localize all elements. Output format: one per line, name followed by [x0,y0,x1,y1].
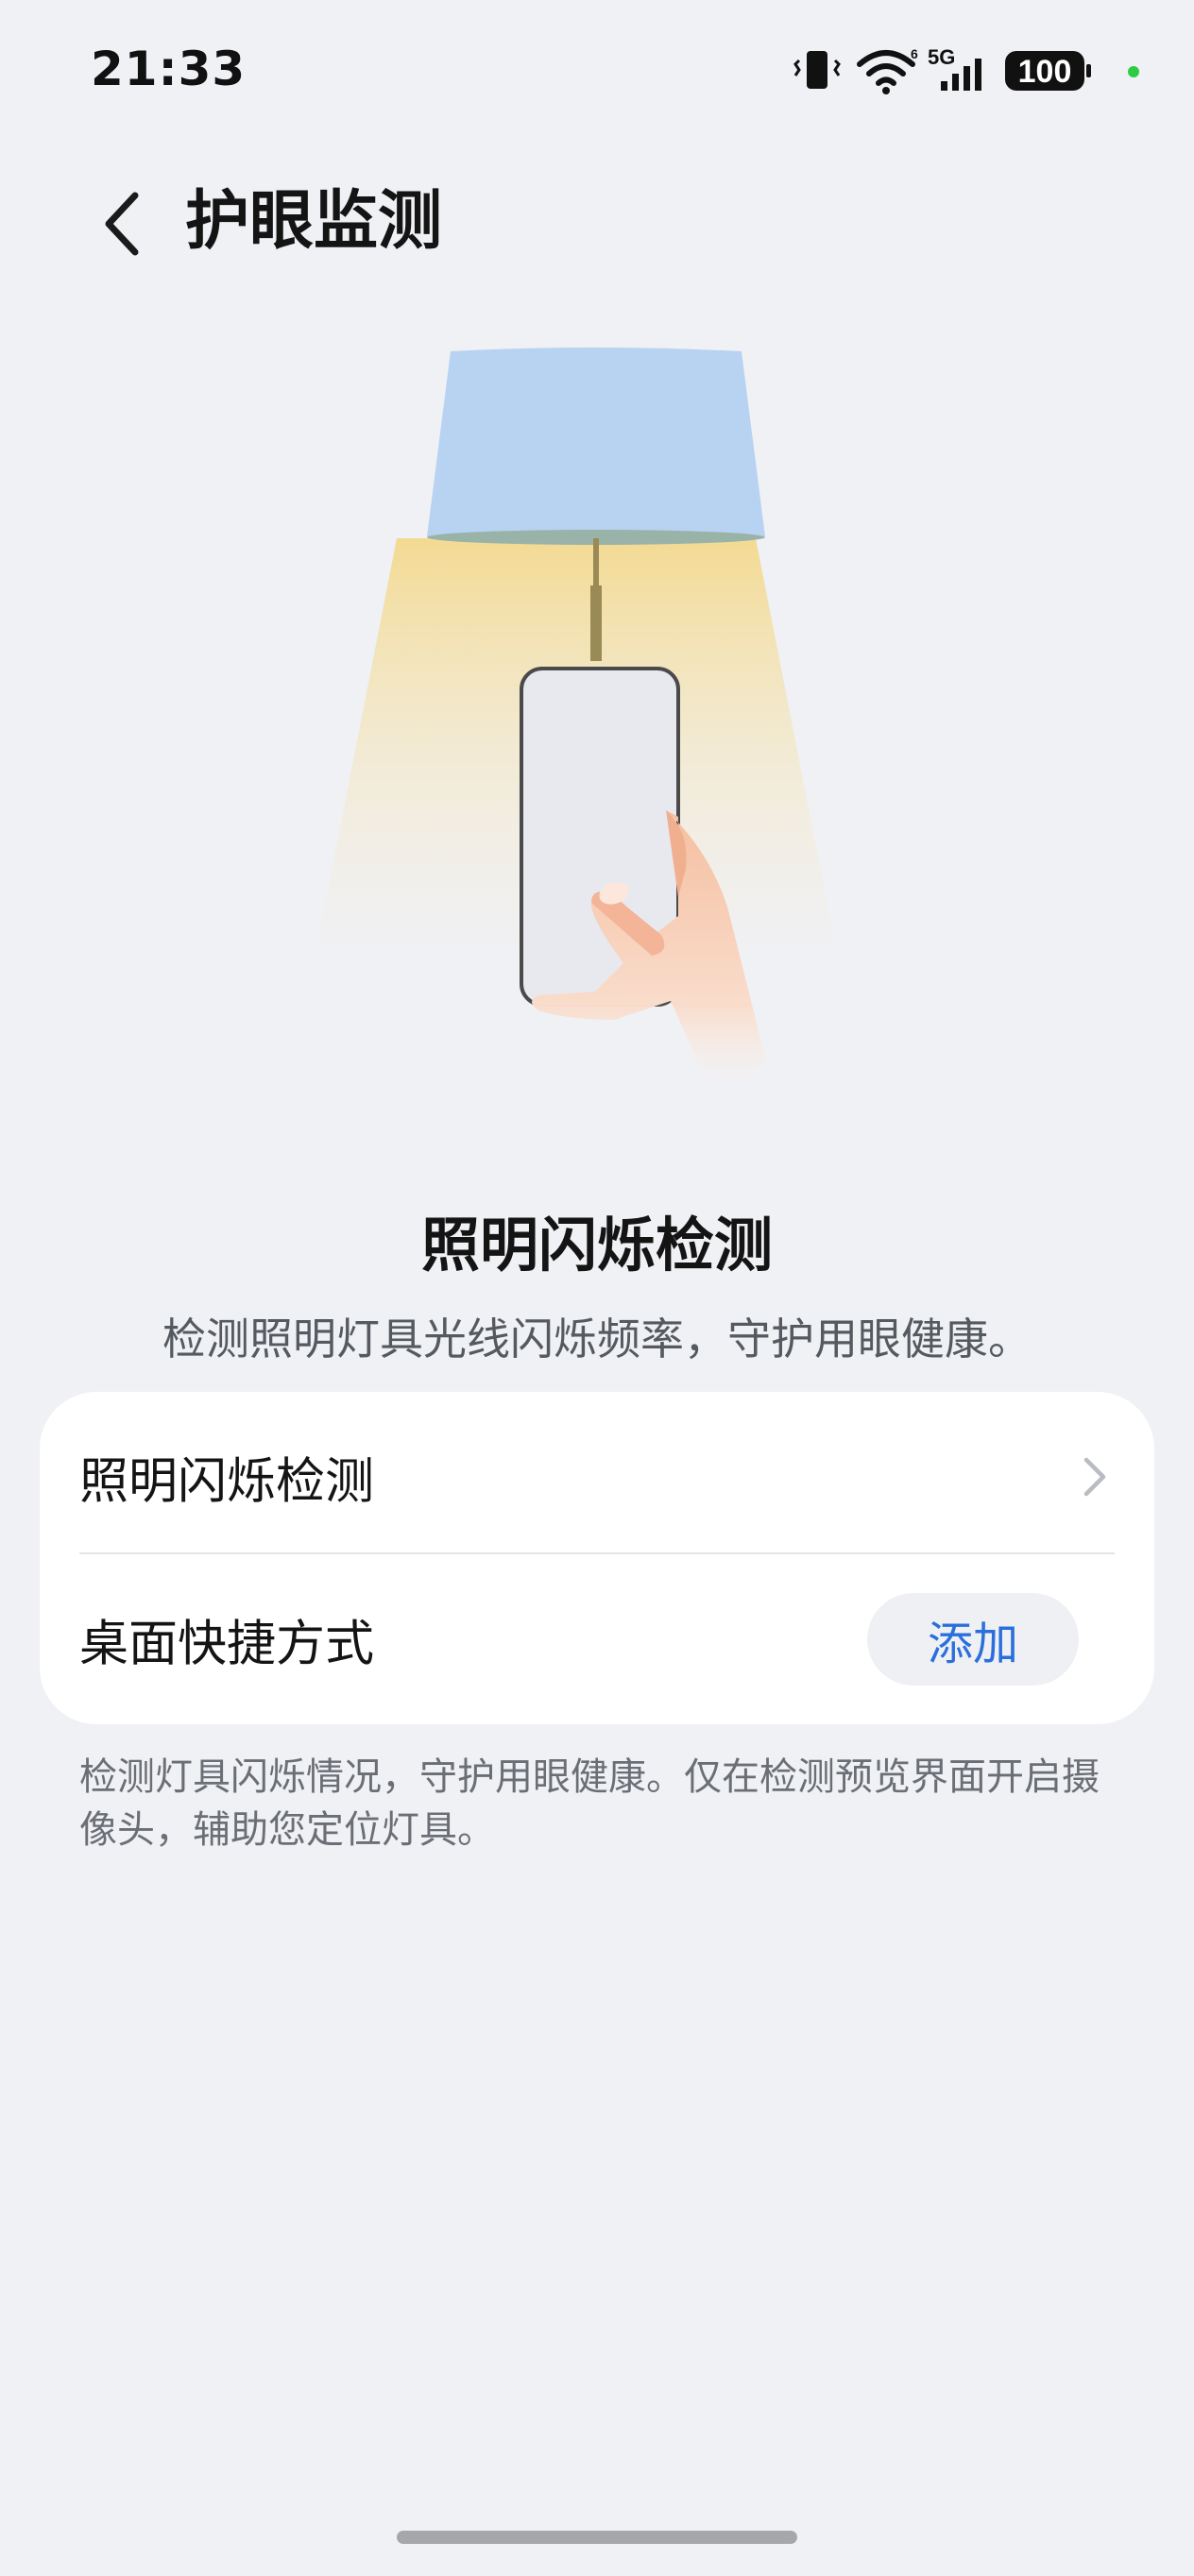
back-button[interactable] [79,181,164,266]
vibrate-icon [793,51,841,89]
desktop-shortcut-row: 桌面快捷方式 添加 [40,1559,1154,1720]
header: 护眼监测 [0,161,1194,283]
row-divider [79,1552,1115,1554]
network-label: 5G [928,45,955,69]
wifi-icon: 6 [857,46,918,94]
feature-title: 照明闪烁检测 [420,1211,773,1280]
settings-card: 照明闪烁检测 桌面快捷方式 添加 [40,1392,1154,1724]
signal-icon: 5G [928,45,981,91]
flicker-detection-label: 照明闪烁检测 [79,1453,375,1511]
home-indicator[interactable] [397,2531,797,2544]
chevron-left-icon [105,192,139,256]
feature-description: 检测照明灯具光线闪烁频率，守护用眼健康。 [162,1313,1032,1364]
status-time: 21:33 [91,42,247,96]
status-bar: 21:33 6 5G 100 [0,0,1194,151]
flicker-detection-row[interactable]: 照明闪烁检测 [40,1397,1154,1557]
lampshade [427,347,765,545]
indicator-dot [1128,66,1139,77]
desktop-shortcut-label: 桌面快捷方式 [79,1616,375,1673]
battery-level: 100 [1018,54,1072,90]
chevron-right-icon [1083,1457,1106,1497]
footnote-text: 检测灯具闪烁情况，守护用眼健康。仅在检测预览界面开启摄像头，辅助您定位灯具。 [79,1755,1100,1852]
add-shortcut-button[interactable]: 添加 [867,1593,1079,1686]
flicker-illustration [312,340,882,1124]
svg-text:6: 6 [911,46,918,61]
battery-icon: 100 [1005,51,1091,91]
page-title: 护眼监测 [185,184,443,259]
status-icons: 6 5G 100 [792,43,1141,100]
